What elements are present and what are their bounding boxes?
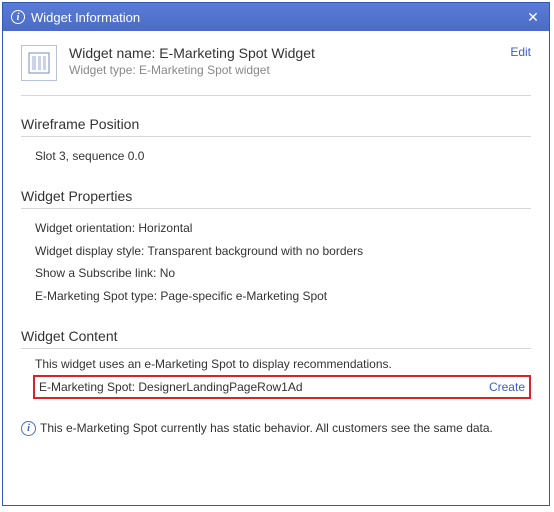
- info-icon: i: [11, 10, 25, 24]
- widget-icon: [21, 45, 57, 81]
- section-properties-title: Widget Properties: [21, 188, 531, 209]
- section-content: Widget Content This widget uses an e-Mar…: [21, 328, 531, 399]
- dialog-content: Widget name: E-Marketing Spot Widget Wid…: [3, 31, 549, 505]
- spot-text: E-Marketing Spot: DesignerLandingPageRow…: [39, 380, 489, 394]
- widget-info-dialog: i Widget Information ✕ Widget name: E-Ma…: [2, 2, 550, 506]
- spot-value: DesignerLandingPageRow1Ad: [138, 380, 302, 394]
- info-icon: i: [21, 421, 36, 436]
- widget-type-label: Widget type:: [69, 63, 136, 77]
- prop-spot-type: E-Marketing Spot type: Page-specific e-M…: [35, 285, 531, 308]
- section-properties-body: Widget orientation: Horizontal Widget di…: [21, 217, 531, 308]
- close-icon[interactable]: ✕: [525, 9, 541, 25]
- footer-note: i This e-Marketing Spot currently has st…: [21, 421, 531, 436]
- section-wireframe-body: Slot 3, sequence 0.0: [21, 145, 531, 168]
- footer-note-text: This e-Marketing Spot currently has stat…: [40, 421, 493, 435]
- edit-link[interactable]: Edit: [510, 45, 531, 59]
- prop-orientation: Widget orientation: Horizontal: [35, 217, 531, 240]
- dialog-title: Widget Information: [31, 10, 525, 25]
- section-properties: Widget Properties Widget orientation: Ho…: [21, 188, 531, 308]
- widget-type: Widget type: E-Marketing Spot widget: [69, 63, 510, 77]
- prop-subscribe-link: Show a Subscribe link: No: [35, 262, 531, 285]
- section-wireframe-title: Wireframe Position: [21, 116, 531, 137]
- dialog-titlebar: i Widget Information ✕: [3, 3, 549, 31]
- widget-name: Widget name: E-Marketing Spot Widget: [69, 45, 510, 61]
- widget-header: Widget name: E-Marketing Spot Widget Wid…: [21, 45, 531, 96]
- prop-display-style: Widget display style: Transparent backgr…: [35, 240, 531, 263]
- emarketing-spot-row: E-Marketing Spot: DesignerLandingPageRow…: [33, 375, 531, 399]
- widget-name-value: E-Marketing Spot Widget: [159, 45, 315, 61]
- section-content-title: Widget Content: [21, 328, 531, 349]
- widget-name-label: Widget name:: [69, 45, 155, 61]
- content-desc: This widget uses an e-Marketing Spot to …: [21, 357, 531, 371]
- wireframe-slot: Slot 3, sequence 0.0: [35, 145, 531, 168]
- create-link[interactable]: Create: [489, 380, 525, 394]
- widget-type-value: E-Marketing Spot widget: [139, 63, 270, 77]
- widget-header-text: Widget name: E-Marketing Spot Widget Wid…: [69, 45, 510, 77]
- section-wireframe: Wireframe Position Slot 3, sequence 0.0: [21, 116, 531, 168]
- spot-label: E-Marketing Spot:: [39, 380, 135, 394]
